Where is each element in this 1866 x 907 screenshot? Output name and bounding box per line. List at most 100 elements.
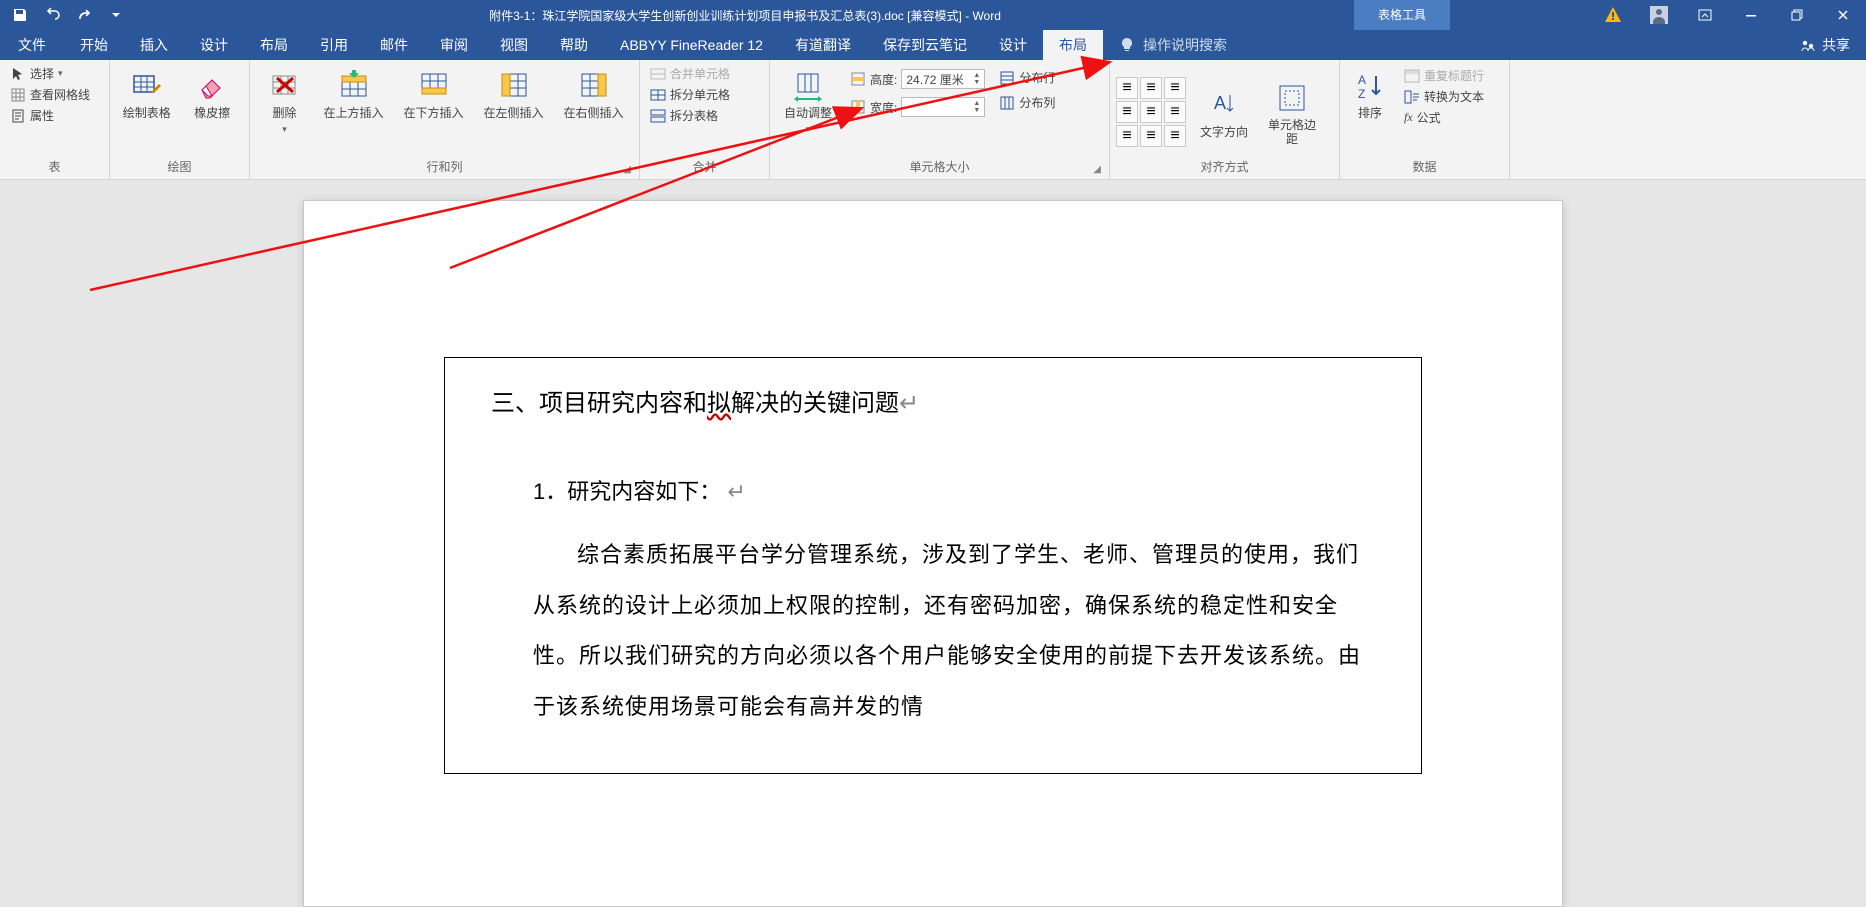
redo-icon [76, 7, 92, 23]
tab-help[interactable]: 帮助 [544, 30, 604, 60]
fx-icon: fx [1404, 110, 1413, 125]
formula-button[interactable]: fx 公式 [1400, 108, 1488, 127]
properties-button[interactable]: 属性 [6, 106, 94, 125]
tab-table-layout[interactable]: 布局 [1043, 30, 1103, 60]
height-icon [850, 71, 866, 87]
gridlines-icon [10, 87, 26, 103]
width-spinner[interactable]: ▲▼ [973, 100, 980, 114]
insert-left-button[interactable]: 在左侧插入 [475, 64, 553, 122]
group-table: 选择 ▾ 查看网格线 属性 表 [0, 60, 110, 179]
height-spinner[interactable]: ▲▼ [973, 72, 980, 86]
tab-design[interactable]: 设计 [184, 30, 244, 60]
tab-layout[interactable]: 布局 [244, 30, 304, 60]
text-direction-button[interactable]: A 文字方向 [1196, 83, 1252, 141]
group-label-alignment: 对齐方式 [1116, 156, 1333, 177]
align-bottom-right[interactable]: ≡ [1164, 125, 1186, 147]
tab-references[interactable]: 引用 [304, 30, 364, 60]
row-height-input[interactable]: 24.72 厘米 ▲▼ [901, 69, 985, 89]
group-label-draw: 绘图 [116, 156, 243, 177]
merge-cells-button[interactable]: 合并单元格 [646, 64, 734, 83]
text-direction-icon: A [1208, 89, 1240, 121]
document-area[interactable]: 三、项目研究内容和拟解决的关键问题↵ 1．研究内容如下： ↵ 综合素质拓展平台学… [0, 180, 1866, 907]
distribute-cols-icon [999, 95, 1015, 111]
convert-icon [1404, 89, 1420, 105]
eraser-button[interactable]: 橡皮擦 [182, 64, 244, 122]
align-bottom-left[interactable]: ≡ [1116, 125, 1138, 147]
convert-to-text-button[interactable]: 转换为文本 [1400, 87, 1488, 106]
align-middle-center[interactable]: ≡ [1140, 101, 1162, 123]
group-rows-columns: 删除 ▾ 在上方插入 在下方插入 在左侧插入 在右侧插入 行和列◢ [250, 60, 640, 179]
tab-table-design[interactable]: 设计 [983, 30, 1043, 60]
autofit-button[interactable]: 自动调整 ▾ [776, 64, 840, 137]
redo-button[interactable] [72, 3, 96, 27]
restore-icon [1789, 7, 1805, 23]
insert-right-button[interactable]: 在右侧插入 [555, 64, 633, 122]
align-middle-right[interactable]: ≡ [1164, 101, 1186, 123]
split-table-icon [650, 108, 666, 124]
cell-margins-button[interactable]: 单元格边距 [1262, 76, 1322, 148]
draw-table-icon [131, 70, 163, 102]
context-tab-table-tools: 表格工具 [1354, 0, 1450, 30]
align-top-left[interactable]: ≡ [1116, 77, 1138, 99]
maximize-button[interactable] [1774, 0, 1820, 30]
tab-view[interactable]: 视图 [484, 30, 544, 60]
repeat-header-button[interactable]: 重复标题行 [1400, 66, 1488, 85]
tell-me-search[interactable]: 操作说明搜索 [1103, 30, 1243, 60]
section-heading: 三、项目研究内容和拟解决的关键问题↵ [491, 382, 1375, 426]
tab-abbyy[interactable]: ABBYY FineReader 12 [604, 30, 779, 60]
cell-size-launcher[interactable]: ◢ [1093, 164, 1101, 175]
tab-savetocloud[interactable]: 保存到云笔记 [867, 30, 983, 60]
tab-review[interactable]: 审阅 [424, 30, 484, 60]
ribbon-display-icon [1697, 7, 1713, 23]
insert-above-button[interactable]: 在上方插入 [315, 64, 393, 122]
delete-button[interactable]: 删除 ▾ [257, 64, 313, 137]
ribbon-options-button[interactable] [1682, 0, 1728, 30]
undo-button[interactable] [40, 3, 64, 27]
insert-above-icon [338, 70, 370, 102]
view-gridlines-button[interactable]: 查看网格线 [6, 85, 94, 104]
table-cell-content[interactable]: 三、项目研究内容和拟解决的关键问题↵ 1．研究内容如下： ↵ 综合素质拓展平台学… [444, 357, 1422, 774]
account-button[interactable] [1636, 0, 1682, 30]
align-middle-left[interactable]: ≡ [1116, 101, 1138, 123]
close-icon [1835, 7, 1851, 23]
properties-icon [10, 108, 26, 124]
align-top-right[interactable]: ≡ [1164, 77, 1186, 99]
select-button[interactable]: 选择 ▾ [6, 64, 94, 83]
group-label-cell-size: 单元格大小◢ [776, 156, 1103, 177]
minimize-button[interactable] [1728, 0, 1774, 30]
close-button[interactable] [1820, 0, 1866, 30]
svg-text:A: A [1214, 93, 1226, 113]
tab-home[interactable]: 开始 [64, 30, 124, 60]
split-table-button[interactable]: 拆分表格 [646, 106, 734, 125]
group-cell-size: 自动调整 ▾ 高度: 24.72 厘米 ▲▼ 宽度: [770, 60, 1110, 179]
distribute-rows-button[interactable]: 分布行 [995, 68, 1059, 87]
save-button[interactable] [8, 3, 32, 27]
qat-dropdown[interactable] [104, 3, 128, 27]
col-width-input[interactable]: ▲▼ [901, 97, 985, 117]
distribute-cols-button[interactable]: 分布列 [995, 93, 1059, 112]
split-cells-icon [650, 87, 666, 103]
tab-file[interactable]: 文件 [0, 30, 64, 60]
cell-margins-icon [1276, 82, 1308, 114]
merge-icon [650, 66, 666, 82]
share-button[interactable]: 共享 [1784, 30, 1866, 60]
group-merge: 合并单元格 拆分单元格 拆分表格 合并 [640, 60, 770, 179]
align-bottom-center[interactable]: ≡ [1140, 125, 1162, 147]
warning-button[interactable] [1590, 0, 1636, 30]
tab-mail[interactable]: 邮件 [364, 30, 424, 60]
svg-text:A: A [1358, 73, 1366, 87]
sort-button[interactable]: AZ 排序 [1346, 64, 1394, 122]
rows-columns-launcher[interactable]: ◢ [623, 164, 631, 175]
split-cells-button[interactable]: 拆分单元格 [646, 85, 734, 104]
align-top-center[interactable]: ≡ [1140, 77, 1162, 99]
paragraph-text: 综合素质拓展平台学分管理系统，涉及到了学生、老师、管理员的使用，我们从系统的设计… [533, 530, 1375, 732]
insert-below-button[interactable]: 在下方插入 [395, 64, 473, 122]
title-right-controls [1590, 0, 1866, 30]
distribute-rows-icon [999, 70, 1015, 86]
group-data: AZ 排序 重复标题行 转换为文本 fx 公式 数据 [1340, 60, 1510, 179]
tab-insert[interactable]: 插入 [124, 30, 184, 60]
alignment-grid: ≡ ≡ ≡ ≡ ≡ ≡ ≡ ≡ ≡ [1116, 77, 1186, 147]
tab-youdao[interactable]: 有道翻译 [779, 30, 867, 60]
draw-table-button[interactable]: 绘制表格 [116, 64, 178, 122]
group-label-data: 数据 [1346, 156, 1503, 177]
